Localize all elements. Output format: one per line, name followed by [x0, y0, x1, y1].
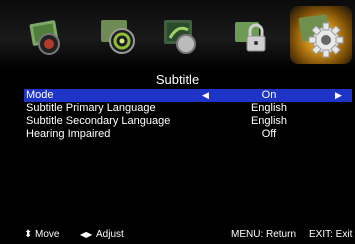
left-right-arrow-icon: ◀▶: [80, 230, 93, 239]
setup-gear-menu-icon[interactable]: [290, 6, 352, 64]
up-down-arrow-icon: ⬍: [24, 229, 33, 240]
menu-row-primary-language[interactable]: Subtitle Primary Language English: [24, 102, 352, 115]
subtitle-menu-list: Mode ◀ On ▶ Subtitle Primary Language En…: [24, 89, 352, 141]
row-value: On: [261, 89, 277, 101]
picture-menu-icon[interactable]: [23, 16, 67, 56]
osd-screen: Subtitle Mode ◀ On ▶ Subtitle Primary La…: [0, 0, 355, 244]
row-label: Subtitle Secondary Language: [26, 115, 171, 127]
menu-title: Subtitle: [4, 71, 351, 88]
lock-menu-icon[interactable]: [229, 16, 273, 56]
move-hint: Move: [35, 229, 60, 240]
row-value: English: [250, 102, 288, 114]
arrow-left-icon[interactable]: ◀: [202, 89, 209, 102]
row-value: English: [250, 115, 288, 127]
menu-row-mode[interactable]: Mode ◀ On ▶: [24, 89, 352, 102]
row-label: Mode: [26, 89, 54, 101]
sound-menu-icon[interactable]: [95, 16, 139, 56]
menu-return-hint: MENU: Return: [231, 229, 297, 240]
menu-icon-bar: [0, 0, 355, 70]
menu-row-hearing-impaired[interactable]: Hearing Impaired Off: [24, 128, 352, 141]
row-value: Off: [261, 128, 277, 140]
channel-menu-icon[interactable]: [158, 16, 202, 56]
adjust-hint: Adjust: [96, 229, 124, 240]
row-label: Subtitle Primary Language: [26, 102, 156, 114]
row-label: Hearing Impaired: [26, 128, 111, 140]
menu-row-secondary-language[interactable]: Subtitle Secondary Language English: [24, 115, 352, 128]
help-bar: ⬍ Move ◀▶ Adjust MENU: Return EXIT: Exit: [0, 225, 355, 244]
arrow-right-icon[interactable]: ▶: [335, 89, 342, 102]
exit-hint: EXIT: Exit: [309, 229, 353, 240]
